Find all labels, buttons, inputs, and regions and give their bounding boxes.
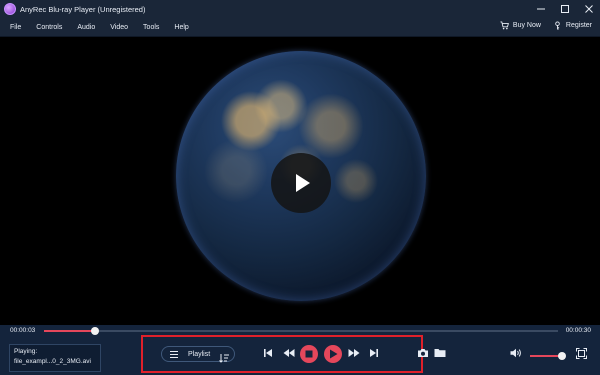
register-label: Register [565, 22, 592, 29]
close-button[interactable] [582, 2, 596, 16]
rewind-button[interactable] [283, 348, 295, 358]
buy-now-button[interactable]: Buy Now [500, 21, 541, 30]
title-bar: AnyRec Blu-ray Player (Unregistered) [0, 0, 600, 18]
snapshot-button[interactable] [417, 348, 429, 358]
playback-controls: Playlist [141, 335, 587, 373]
stop-button[interactable] [300, 345, 318, 363]
fast-forward-icon [348, 349, 360, 357]
play-overlay-button[interactable] [271, 153, 331, 213]
menu-video[interactable]: Video [110, 24, 128, 31]
maximize-button[interactable] [558, 2, 572, 16]
fullscreen-icon [576, 348, 587, 359]
menu-controls[interactable]: Controls [36, 24, 62, 31]
volume-slider[interactable] [530, 352, 566, 360]
app-title: AnyRec Blu-ray Player (Unregistered) [20, 4, 146, 14]
speaker-icon [510, 348, 521, 358]
next-track-button[interactable] [369, 348, 379, 358]
now-playing-file: file_exampl...0_2_3MG.avi [14, 358, 91, 365]
minimize-button[interactable] [534, 2, 548, 16]
volume-button[interactable] [510, 348, 522, 358]
skip-back-icon [264, 349, 272, 357]
key-icon [553, 21, 562, 30]
bottom-bar: 00:00:03 00:00:30 Playing: file_exampl..… [0, 325, 600, 375]
menu-file[interactable]: File [10, 24, 21, 31]
play-icon [329, 349, 337, 359]
rewind-icon [283, 349, 295, 357]
list-icon [170, 345, 178, 363]
seek-progress [44, 330, 96, 332]
camera-icon [418, 349, 428, 357]
now-playing-panel: Playing: file_exampl...0_2_3MG.avi [9, 344, 101, 372]
play-button[interactable] [324, 345, 342, 363]
seek-bar[interactable] [44, 327, 558, 335]
play-icon [296, 174, 310, 192]
buy-now-label: Buy Now [512, 22, 541, 29]
seek-handle[interactable] [91, 327, 100, 335]
stop-icon [305, 350, 313, 358]
fullscreen-button[interactable] [576, 348, 587, 359]
open-folder-button[interactable] [434, 348, 446, 358]
cart-icon [500, 21, 509, 30]
register-button[interactable]: Register [553, 21, 592, 30]
previous-track-button[interactable] [263, 348, 273, 358]
menu-audio[interactable]: Audio [77, 24, 95, 31]
sort-icon[interactable] [219, 350, 229, 368]
fast-forward-button[interactable] [348, 348, 360, 358]
skip-forward-icon [370, 349, 378, 357]
video-area[interactable] [0, 37, 600, 325]
playlist-label: Playlist [188, 350, 211, 358]
playlist-button[interactable]: Playlist [161, 345, 235, 363]
now-playing-label: Playing: [14, 348, 38, 355]
menu-tools[interactable]: Tools [143, 24, 159, 31]
app-logo-icon [4, 3, 16, 15]
total-time: 00:00:30 [565, 327, 591, 334]
menu-help[interactable]: Help [174, 24, 188, 31]
folder-icon [434, 349, 446, 357]
current-time: 00:00:03 [10, 327, 36, 334]
window-controls [534, 2, 596, 16]
volume-handle[interactable] [558, 352, 566, 360]
menu-bar: File Controls Audio Video Tools Help Buy… [0, 18, 600, 37]
